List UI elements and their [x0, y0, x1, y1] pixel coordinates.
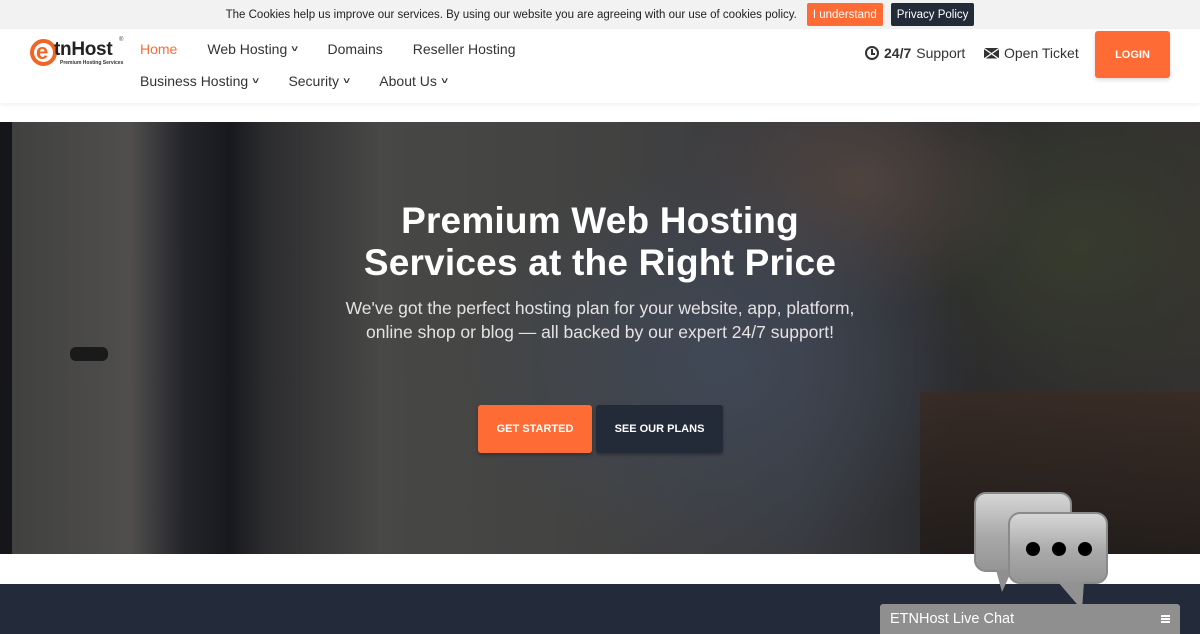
nav-domains-label: Domains	[327, 41, 383, 57]
dot	[1078, 542, 1092, 556]
dot	[1026, 542, 1040, 556]
chevron-down-icon: ˅	[441, 76, 448, 86]
hero-title: Premium Web Hosting Services at the Righ…	[0, 200, 1200, 284]
logo-letter: e	[36, 39, 49, 64]
live-chat-title: ETNHost Live Chat	[890, 611, 1015, 627]
live-chat-bar[interactable]: ETNHost Live Chat	[880, 604, 1180, 634]
nav-about-us-label: About Us	[379, 73, 437, 89]
nav-about-us[interactable]: About Us ˅	[379, 73, 448, 89]
support-link[interactable]: 24/7 Support	[865, 45, 965, 61]
chevron-down-icon: ˅	[252, 76, 260, 86]
hero-actions: GET STARTED SEE OUR PLANS	[478, 405, 723, 453]
site-header: e tnHost Premium Hosting Services ® Home…	[0, 29, 1200, 103]
support-hours: 24/7	[884, 45, 912, 61]
main-nav-row-1: Home Web Hosting ˅ Domains Reseller Host…	[140, 41, 516, 57]
hero-subtitle: We've got the perfect hosting plan for y…	[0, 296, 1200, 344]
menu-icon[interactable]	[1161, 615, 1170, 623]
hero-title-line-2: Services at the Right Price	[363, 242, 837, 283]
nav-web-hosting-label: Web Hosting	[207, 41, 288, 57]
logo[interactable]: e tnHost Premium Hosting Services ®	[30, 37, 124, 69]
nav-domains[interactable]: Domains	[328, 41, 383, 57]
dot	[1052, 542, 1066, 556]
nav-security[interactable]: Security ˅	[288, 73, 351, 89]
hero-background-image	[70, 347, 108, 361]
chevron-down-icon: ˅	[291, 44, 299, 54]
open-ticket-link[interactable]: Open Ticket	[984, 45, 1079, 61]
nav-security-label: Security	[288, 73, 340, 89]
envelope-icon	[984, 47, 999, 59]
chevron-down-icon: ˅	[343, 76, 351, 86]
nav-business-hosting-label: Business Hosting	[140, 73, 249, 89]
logo-name: tnHost	[54, 39, 113, 60]
see-our-plans-button[interactable]: SEE OUR PLANS	[596, 405, 723, 453]
get-started-button[interactable]: GET STARTED	[478, 405, 592, 453]
nav-reseller-hosting[interactable]: Reseller Hosting	[413, 41, 516, 57]
login-button[interactable]: LOGIN	[1095, 31, 1170, 78]
cookie-accept-button[interactable]: I understand	[806, 3, 883, 26]
privacy-policy-button[interactable]: Privacy Policy	[890, 3, 975, 26]
main-nav-row-2: Business Hosting ˅ Security ˅ About Us ˅	[140, 73, 448, 89]
hero-banner: Premium Web Hosting Services at the Righ…	[0, 122, 1200, 554]
cookie-bar: The Cookies help us improve our services…	[0, 0, 1200, 29]
nav-business-hosting[interactable]: Business Hosting ˅	[140, 73, 260, 89]
logo-tagline: Premium Hosting Services	[60, 60, 124, 66]
nav-home[interactable]: Home	[140, 41, 177, 57]
nav-home-label: Home	[140, 41, 178, 57]
logo-registered: ®	[119, 37, 124, 43]
hero-subtitle-line-2: online shop or blog — all backed by our …	[366, 322, 834, 342]
support-label: Support	[916, 45, 966, 61]
typing-dots-icon	[1026, 542, 1092, 556]
live-chat-bubble-icon[interactable]	[974, 492, 1109, 612]
open-ticket-label: Open Ticket	[1004, 45, 1079, 61]
clock-icon	[865, 46, 879, 60]
nav-reseller-hosting-label: Reseller Hosting	[412, 41, 516, 57]
hero-title-line-1: Premium Web Hosting	[401, 200, 799, 241]
hero-subtitle-line-1: We've got the perfect hosting plan for y…	[345, 298, 855, 318]
nav-web-hosting[interactable]: Web Hosting ˅	[207, 41, 299, 57]
cookie-message: The Cookies help us improve our services…	[225, 8, 797, 21]
